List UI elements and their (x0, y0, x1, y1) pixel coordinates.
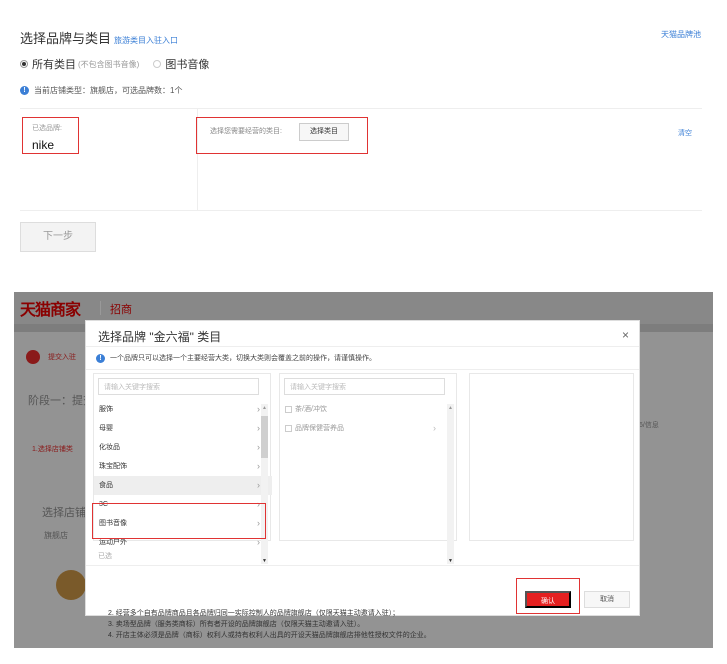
modal-title: 选择品牌 "金六福" 类目 (98, 330, 222, 344)
info-icon: ! (20, 86, 29, 95)
confirm-button[interactable]: 确认 (525, 591, 571, 608)
subcategory-label: 茶/酒/冲饮 (295, 406, 327, 413)
scroll-thumb[interactable] (261, 416, 268, 458)
category-type-radios: 所有类目 (不包含图书音像) 图书音像 (20, 56, 209, 72)
store-type-info: ! 当前店铺类型：旗舰店，可选品牌数：1个 (20, 85, 182, 96)
subcategory-item[interactable]: 品牌保健营养品 › (280, 419, 458, 438)
bg-text: 1.选择店铺类 (32, 446, 73, 453)
category-item-label: 化妆品 (99, 444, 120, 451)
avatar (56, 570, 86, 600)
food-highlight-box (92, 503, 266, 539)
select-category-button[interactable]: 选择类目 (299, 123, 349, 141)
scroll-up-icon[interactable]: ▲ (448, 405, 453, 411)
selected-brand-label: 已选品牌: (32, 125, 62, 132)
logo-separator (100, 301, 101, 315)
bg-text: 6/信息 (639, 422, 659, 429)
category-item-active[interactable]: 食品 › (94, 476, 272, 495)
travel-category-link[interactable]: 旅游类目入驻入口 (114, 35, 178, 46)
all-categories-radio[interactable] (20, 60, 28, 68)
scroll-up-icon[interactable]: ▲ (262, 405, 267, 411)
chevron-right-icon: › (257, 442, 260, 452)
category-modal: 选择品牌 "金六福" 类目 × ! 一个品牌只可以选择一个主要经营大类，切换大类… (85, 320, 640, 616)
brand-pool-link[interactable]: 天猫品牌池 (661, 29, 701, 40)
zhaoshang-label: 招商 (110, 304, 132, 316)
scroll-down-icon[interactable]: ▼ (448, 558, 453, 564)
category-item[interactable]: 化妆品 › (94, 438, 272, 457)
chevron-right-icon: › (257, 480, 260, 490)
checkbox[interactable] (285, 406, 292, 413)
page-title: 选择品牌与类目 (20, 31, 112, 46)
all-categories-label[interactable]: 所有类目 (32, 56, 76, 72)
category-item-label: 食品 (99, 482, 113, 489)
note-line: 3. 卖场型品牌（服务类商标）所有者开设的品牌旗舰店（仅限天猫主动邀请入驻）。 (108, 621, 365, 628)
modal-info-text: 一个品牌只可以选择一个主要经营大类，切换大类则会覆盖之前的操作，请谨慎操作。 (110, 355, 376, 362)
books-label[interactable]: 图书音像 (165, 56, 209, 72)
category-search-input[interactable]: 请输入关键字搜索 (98, 378, 259, 395)
chevron-right-icon: › (257, 461, 260, 471)
bg-text: 旗舰店 (44, 531, 68, 540)
embedded-screenshot: 天猫商家 招商 提交入驻 阶段一：提交 1.选择店铺类 选择店铺 旗舰店 6/信… (14, 292, 713, 648)
title-row: 选择品牌与类目 旅游类目入驻入口 (20, 28, 178, 47)
close-icon[interactable]: × (622, 328, 629, 342)
modal-info: ! 一个品牌只可以选择一个主要经营大类，切换大类则会覆盖之前的操作，请谨慎操作。 (96, 353, 376, 363)
store-type-text: 当前店铺类型：旗舰店，可选品牌数：1个 (34, 86, 183, 95)
category-item-label: 运动户外 (99, 539, 127, 546)
divider (86, 346, 639, 347)
cancel-button[interactable]: 取消 (584, 591, 630, 608)
category-item-label: 珠宝配饰 (99, 463, 127, 470)
info-icon: ! (96, 353, 105, 363)
divider (86, 565, 639, 566)
divider (86, 369, 639, 370)
next-step-button[interactable]: 下一步 (20, 222, 96, 252)
selected-brand-name: nike (32, 138, 55, 152)
subcategory-scrollbar[interactable]: ▲ ▼ (447, 404, 454, 564)
chevron-right-icon: › (257, 404, 260, 414)
bg-text: 选择店铺 (42, 507, 86, 519)
brand-category-section: 选择品牌与类目 旅游类目入驻入口 天猫品牌池 所有类目 (不包含图书音像) 图书… (0, 0, 727, 270)
all-categories-note: (不包含图书音像) (78, 59, 140, 69)
category-item-label: 母婴 (99, 425, 113, 432)
subcategory-column: 请输入关键字搜索 茶/酒/冲饮 品牌保健营养品 › ▲ ▼ (279, 373, 458, 564)
books-radio[interactable] (153, 60, 162, 68)
subcategory-list: 茶/酒/冲饮 品牌保健营养品 › (280, 400, 458, 438)
scroll-down-icon[interactable]: ▼ (262, 558, 267, 564)
note-line: 4. 开店主体必须是品牌（商标）权利人或持有权利人出具的开设天猫品牌旗舰店排他性… (108, 632, 431, 639)
third-column (469, 373, 634, 541)
category-label: 选择您需要经营的类目: (210, 128, 282, 135)
subcategory-search-input[interactable]: 请输入关键字搜索 (284, 378, 445, 395)
chevron-right-icon: › (433, 423, 436, 433)
category-item[interactable]: 服饰 › (94, 400, 272, 419)
bottom-notes: 2. 经营多个自有品牌商品且各品牌归同一实际控制人的品牌旗舰店（仅限天猫主动邀请… (108, 608, 478, 641)
checkbox[interactable] (285, 425, 292, 432)
tmall-logo: 天猫商家 (20, 302, 81, 319)
progress-icon (26, 350, 40, 364)
bg-text: 提交入驻 (48, 354, 76, 361)
clear-link[interactable]: 清空 (678, 128, 692, 138)
category-item-label: 服饰 (99, 406, 113, 413)
category-item[interactable]: 母婴 › (94, 419, 272, 438)
category-scrollbar[interactable]: ▲ ▼ (261, 404, 268, 564)
chevron-right-icon: › (257, 423, 260, 433)
note-line: 2. 经营多个自有品牌商品且各品牌归同一实际控制人的品牌旗舰店（仅限天猫主动邀请… (108, 610, 400, 617)
books-option[interactable]: 图书音像 (153, 56, 209, 72)
selected-label: 已选 (98, 553, 112, 560)
selection-panel: 已选品牌: nike 选择您需要经营的类目: 选择类目 清空 (20, 108, 702, 211)
subcategory-label: 品牌保健营养品 (295, 425, 344, 432)
subcategory-item[interactable]: 茶/酒/冲饮 (280, 400, 458, 419)
category-item[interactable]: 珠宝配饰 › (94, 457, 272, 476)
